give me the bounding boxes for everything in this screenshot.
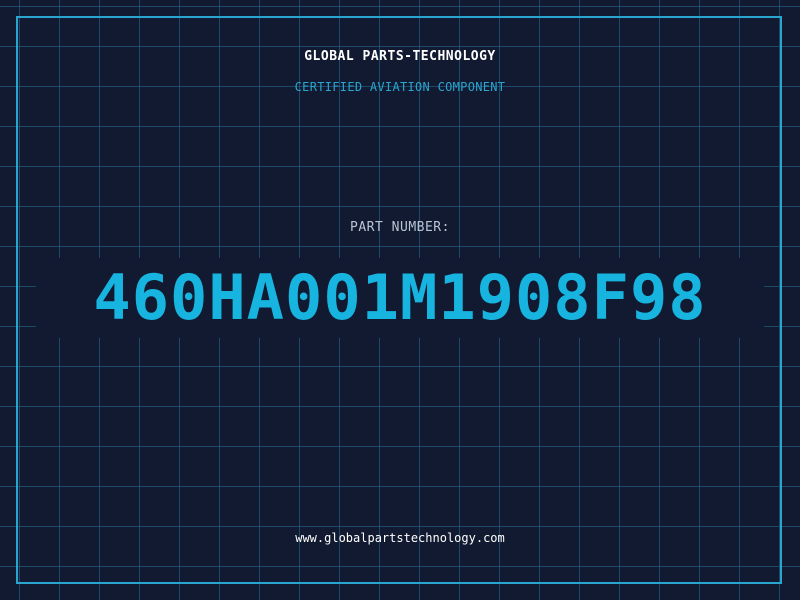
part-number-value: 460HA001M1908F98 (93, 261, 707, 334)
part-label-card: GLOBAL PARTS-TECHNOLOGY CERTIFIED AVIATI… (0, 0, 800, 600)
website-url: www.globalpartstechnology.com (295, 531, 505, 545)
company-name: GLOBAL PARTS-TECHNOLOGY (304, 49, 496, 64)
part-number-label: PART NUMBER: (350, 220, 450, 235)
certification-subtitle: CERTIFIED AVIATION COMPONENT (294, 80, 506, 94)
